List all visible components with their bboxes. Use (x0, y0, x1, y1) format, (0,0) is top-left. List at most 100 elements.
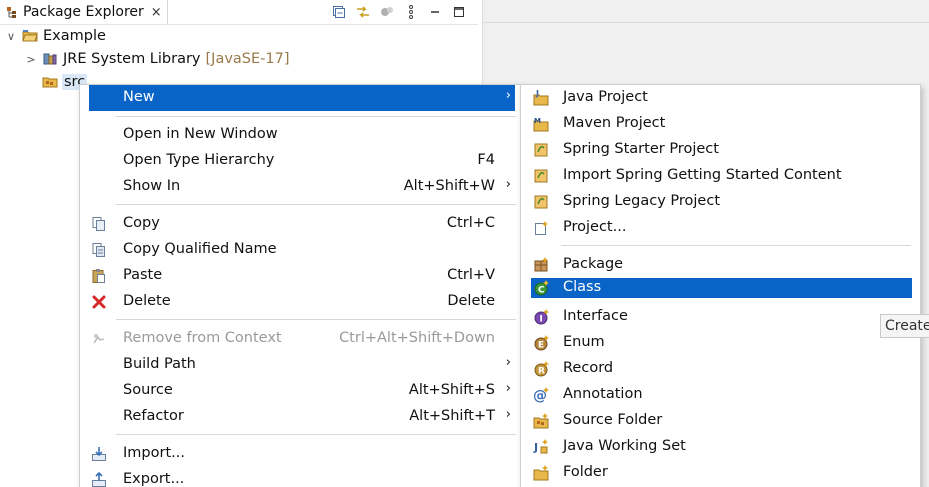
submenu-item-java-project[interactable]: J Java Project (531, 85, 912, 111)
menu-item-label: Paste (123, 267, 163, 283)
submenu-arrow-icon: › (505, 355, 511, 370)
submenu-item-annotation[interactable]: @ Annotation (531, 382, 912, 408)
folder-icon (533, 465, 549, 481)
menu-item-open-type-hierarchy[interactable]: Open Type Hierarchy F4 (89, 148, 515, 174)
tooltip: Create (880, 314, 929, 338)
menu-item-copy[interactable]: Copy Ctrl+C (89, 211, 515, 237)
submenu-item-folder[interactable]: Folder (531, 460, 912, 486)
menu-item-copy-qualified-name[interactable]: Copy Qualified Name (89, 237, 515, 263)
menu-item-label: Refactor (123, 408, 184, 424)
menu-item-label: Copy Qualified Name (123, 241, 277, 257)
maximize-icon[interactable] (450, 3, 468, 21)
record-icon: R (533, 361, 549, 377)
menu-item-shortcut: Alt+Shift+W (403, 178, 495, 194)
menu-item-refactor[interactable]: Refactor Alt+Shift+T › (89, 404, 515, 430)
menu-item-new[interactable]: New › (89, 85, 515, 111)
svg-text:I: I (540, 315, 543, 325)
spring-starter-icon (533, 142, 549, 158)
menu-item-new-label: New (123, 89, 155, 105)
menu-item-label: Show In (123, 178, 181, 194)
menu-item-shortcut: Alt+Shift+S (408, 382, 495, 398)
menu-item-paste[interactable]: Paste Ctrl+V (89, 263, 515, 289)
submenu-item-record[interactable]: R Record (531, 356, 912, 382)
copy-icon (91, 216, 107, 232)
menu-item-label: Source (123, 382, 173, 398)
svg-text:M: M (534, 117, 541, 125)
collapse-all-icon[interactable] (330, 3, 348, 21)
submenu-item-import-spring-content[interactable]: Import Spring Getting Started Content (531, 163, 912, 189)
menu-item-shortcut: Ctrl+C (446, 215, 495, 231)
minimize-icon[interactable] (426, 3, 444, 21)
source-folder-icon (533, 413, 549, 429)
project-label: Example (43, 28, 106, 44)
submenu-item-label: Maven Project (563, 115, 666, 131)
menu-item-label: Remove from Context (123, 330, 282, 346)
svg-text:E: E (538, 341, 544, 351)
submenu-item-label: Class (563, 279, 602, 295)
new-project-icon (533, 220, 549, 236)
svg-text:C: C (538, 286, 545, 296)
submenu-item-label: Interface (563, 308, 628, 324)
submenu-item-spring-starter[interactable]: Spring Starter Project (531, 137, 912, 163)
menu-item-label: Import... (123, 445, 185, 461)
submenu-item-label: Package (563, 256, 624, 272)
submenu-arrow-icon: › (505, 381, 511, 396)
enum-icon: E (533, 335, 549, 351)
submenu-item-maven-project[interactable]: M Maven Project (531, 111, 912, 137)
submenu-item-label: Folder (563, 464, 608, 480)
submenu-item-project[interactable]: Project... (531, 215, 912, 241)
submenu-arrow-icon: › (505, 88, 511, 103)
submenu-arrow-icon: › (505, 177, 511, 192)
package-explorer-icon (6, 6, 18, 19)
menu-separator (116, 204, 516, 205)
package-explorer-tab[interactable]: Package Explorer × (0, 0, 168, 24)
menu-item-show-in[interactable]: Show In Alt+Shift+W › (89, 174, 515, 200)
paste-icon (91, 268, 107, 284)
view-toolbar (330, 2, 468, 22)
close-icon[interactable]: × (151, 5, 162, 20)
collapse-toggle-icon[interactable]: > (24, 53, 38, 66)
menu-item-shortcut: Ctrl+V (447, 267, 495, 283)
menu-item-delete[interactable]: Delete Delete (89, 289, 515, 315)
tree-item-jre-library[interactable]: > JRE System Library [JavaSE-17] (24, 48, 289, 70)
library-icon (42, 52, 58, 66)
maven-project-icon: M (533, 116, 549, 132)
view-menu-icon[interactable] (402, 3, 420, 21)
menu-item-build-path[interactable]: Build Path › (89, 352, 515, 378)
copy-qualified-icon (91, 242, 107, 258)
menu-item-label: Open in New Window (123, 126, 278, 142)
import-icon (91, 446, 107, 462)
interface-icon: I (533, 309, 549, 325)
tree-item-example[interactable]: ∨ Example (4, 25, 106, 47)
submenu-item-class[interactable]: C Class (531, 278, 912, 298)
expand-toggle-icon[interactable]: ∨ (4, 30, 18, 43)
working-set-icon: J (533, 439, 549, 455)
link-with-editor-icon[interactable] (354, 3, 372, 21)
source-folder-icon (42, 75, 58, 89)
svg-text:J: J (533, 441, 538, 454)
submenu-item-enum[interactable]: E Enum (531, 330, 912, 356)
submenu-item-interface[interactable]: I Interface (531, 304, 912, 330)
java-project-icon: J (533, 90, 549, 106)
menu-item-import[interactable]: Import... (89, 441, 515, 467)
menu-item-open-in-new-window[interactable]: Open in New Window (89, 122, 515, 148)
submenu-item-source-folder[interactable]: Source Folder (531, 408, 912, 434)
svg-text:J: J (535, 90, 539, 98)
menu-item-export[interactable]: Export... (89, 467, 515, 487)
submenu-item-java-working-set[interactable]: J Java Working Set (531, 434, 912, 460)
menu-item-label: Build Path (123, 356, 196, 372)
menu-item-label: Delete (123, 293, 171, 309)
new-submenu: J Java Project M Maven Project Spring St… (520, 84, 921, 487)
delete-icon (91, 294, 107, 310)
package-explorer-title: Package Explorer (23, 4, 144, 20)
submenu-item-spring-legacy[interactable]: Spring Legacy Project (531, 189, 912, 215)
svg-text:R: R (538, 367, 545, 377)
menu-item-source[interactable]: Source Alt+Shift+S › (89, 378, 515, 404)
menu-item-label: Copy (123, 215, 160, 231)
submenu-item-label: Java Working Set (563, 438, 686, 454)
submenu-item-label: Source Folder (563, 412, 663, 428)
submenu-item-package[interactable]: Package (531, 252, 912, 278)
menu-item-label: Export... (123, 471, 185, 487)
focus-active-task-icon[interactable] (378, 3, 396, 21)
submenu-arrow-icon: › (505, 407, 511, 422)
